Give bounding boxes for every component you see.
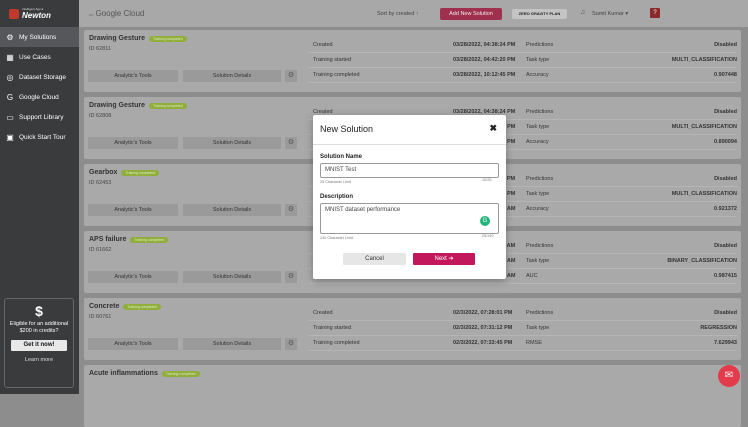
name-char-count: 10/25 — [482, 178, 492, 182]
solution-name-input[interactable]: MNIST Test — [320, 163, 499, 178]
desc-char-limit: 140 Character Limit — [320, 236, 354, 240]
description-label: Description — [320, 194, 354, 200]
dialog-title: New Solution — [320, 124, 374, 134]
divider — [313, 144, 506, 145]
name-char-limit: 25 Character Limit — [320, 180, 352, 184]
next-button[interactable]: Next ➔ — [413, 253, 475, 265]
cancel-button[interactable]: Cancel — [343, 253, 406, 265]
description-textarea[interactable]: MNIST dataset performance — [320, 203, 499, 234]
desc-char-count: 25/140 — [482, 234, 494, 238]
new-solution-dialog: New Solution ✖ Solution Name MNIST Test … — [313, 115, 506, 279]
grammarly-icon[interactable]: G — [480, 216, 490, 226]
solution-name-label: Solution Name — [320, 154, 363, 160]
close-icon[interactable]: ✖ — [489, 123, 497, 134]
chat-icon[interactable]: ✉ — [718, 365, 740, 387]
